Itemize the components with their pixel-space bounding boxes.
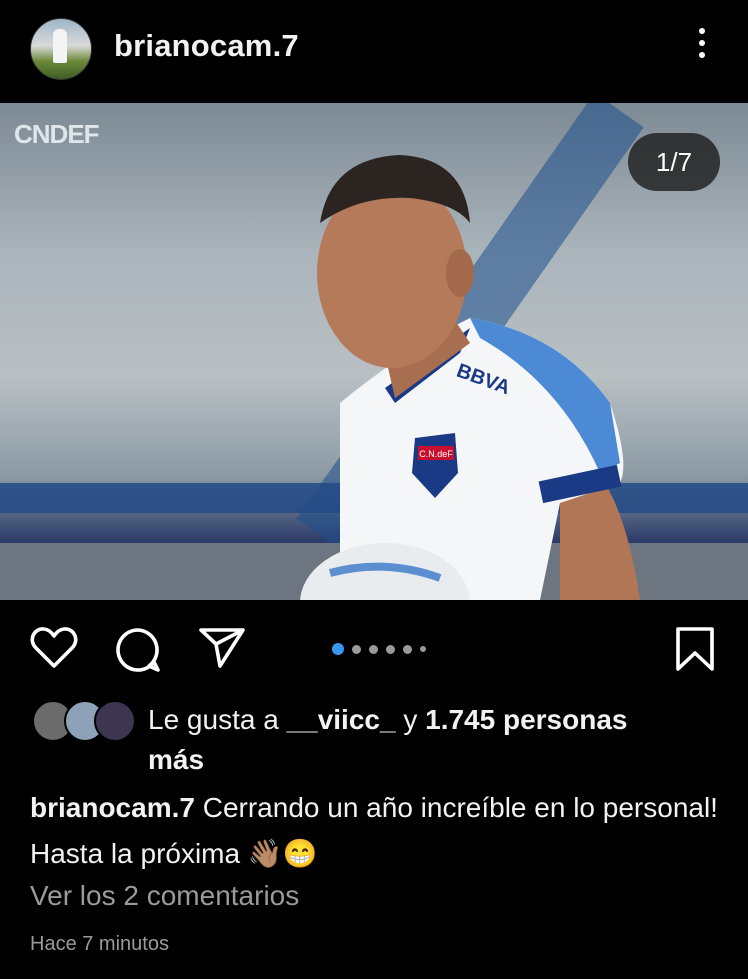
liker-avatars[interactable] <box>32 700 136 744</box>
photo-watermark: CNDEF <box>14 119 100 149</box>
carousel-counter: 1/7 <box>628 133 720 191</box>
carousel-dot <box>352 645 361 654</box>
likes-count[interactable]: 1.745 personas <box>425 704 627 735</box>
avatar <box>94 700 136 742</box>
carousel-dot <box>420 646 426 652</box>
view-comments-link[interactable]: Ver los 2 comentarios <box>30 880 299 912</box>
carousel-dot <box>369 645 378 654</box>
post-photo[interactable]: C.N.deF BBVA CNDEF 1/7 <box>0 103 748 600</box>
crest-text: C.N.deF <box>419 449 453 459</box>
more-vertical-icon[interactable] <box>690 28 714 68</box>
post-caption: brianocam.7 Cerrando un año increíble en… <box>30 785 730 877</box>
comment-icon[interactable] <box>114 626 162 674</box>
bookmark-icon[interactable] <box>675 626 715 672</box>
avatar[interactable] <box>30 18 92 80</box>
carousel-dot-active <box>332 643 344 655</box>
post-username[interactable]: brianocam.7 <box>114 28 299 64</box>
carousel-dot <box>403 645 412 654</box>
liker-username[interactable]: __viicc_ <box>287 704 396 735</box>
post-timestamp: Hace 7 minutos <box>30 933 169 955</box>
caption-emojis: 👋🏽😁 <box>247 838 318 869</box>
send-icon[interactable] <box>198 626 246 670</box>
post-header: brianocam.7 <box>0 0 748 100</box>
likes-summary[interactable]: Le gusta a __viicc_ y 1.745 personas más <box>148 700 718 780</box>
heart-icon[interactable] <box>30 626 78 670</box>
caption-username[interactable]: brianocam.7 <box>30 792 195 823</box>
carousel-dot <box>386 645 395 654</box>
